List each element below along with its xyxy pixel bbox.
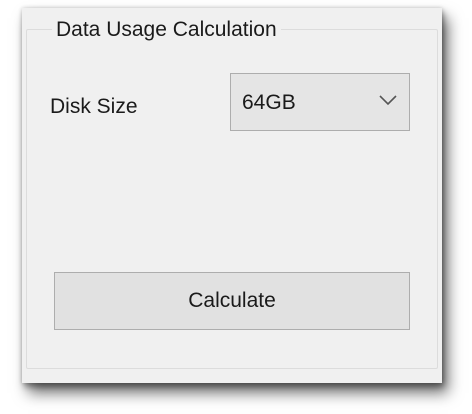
- calculate-button[interactable]: Calculate: [54, 272, 410, 330]
- groupbox-title: Data Usage Calculation: [52, 18, 281, 42]
- chevron-down-icon: [379, 95, 397, 106]
- disk-size-selected-value: 64GB: [242, 91, 296, 114]
- dialog-window: Data Usage Calculation Disk Size 64GB Ca…: [22, 8, 442, 383]
- disk-size-label: Disk Size: [50, 95, 138, 118]
- disk-size-dropdown[interactable]: 64GB: [230, 73, 410, 131]
